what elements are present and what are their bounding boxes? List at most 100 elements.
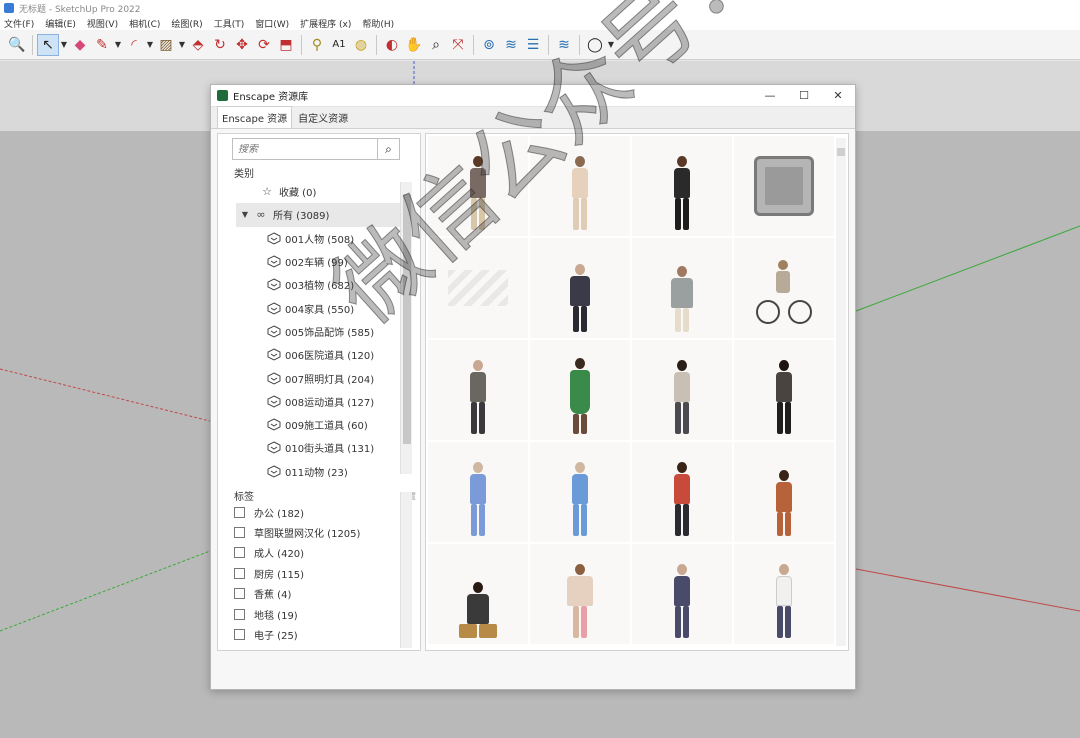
tag-item[interactable]: 成人 (420)	[234, 543, 404, 563]
close-icon[interactable]: ✕	[821, 89, 855, 102]
arc-icon[interactable]: ◜	[123, 34, 145, 56]
asset-thumbnail[interactable]	[530, 238, 630, 338]
tree-item-category[interactable]: 011动物 (23)	[236, 460, 404, 483]
tag-checkbox[interactable]	[234, 527, 245, 539]
asset-thumbnail[interactable]	[734, 442, 834, 542]
tree-item-category[interactable]: 006医院道具 (120)	[236, 343, 404, 366]
asset-category-icon	[266, 464, 282, 478]
tab-enscape-assets[interactable]: Enscape 资源	[217, 106, 293, 128]
tree-item-label: 007照明灯具 (204)	[285, 374, 375, 386]
pencil-icon[interactable]: ✎	[91, 34, 113, 56]
asset-category-icon	[266, 348, 282, 362]
select-tool-icon[interactable]: ↖	[37, 33, 59, 56]
search-icon[interactable]: ⌕	[377, 138, 399, 160]
rotate-icon[interactable]: ⟳	[253, 34, 275, 56]
menu-extensions[interactable]: 扩展程序 (x)	[300, 17, 351, 30]
zoom-icon[interactable]: 🔍	[6, 34, 28, 56]
text-tool-icon[interactable]: A1	[328, 34, 350, 56]
tag-item[interactable]: 厨房 (115)	[234, 563, 404, 583]
asset-thumbnail[interactable]	[530, 340, 630, 440]
asset-thumbnail[interactable]	[632, 544, 732, 644]
pan-icon[interactable]: ✋	[403, 34, 425, 56]
asset-thumbnail[interactable]	[734, 136, 834, 236]
tag-item[interactable]: 电子 (25)	[234, 624, 404, 644]
tree-item-label: 004家具 (550)	[285, 304, 355, 316]
search-input[interactable]	[233, 143, 377, 155]
tag-item[interactable]: 办公 (182)	[234, 502, 404, 522]
menu-edit[interactable]: 编辑(E)	[45, 17, 76, 30]
asset-category-icon	[266, 278, 282, 292]
asset-thumbnail[interactable]	[734, 544, 834, 644]
tag-checkbox[interactable]	[234, 506, 245, 518]
tag-checkbox[interactable]	[234, 547, 245, 559]
tag-checkbox[interactable]	[234, 629, 245, 641]
menu-help[interactable]: 帮助(H)	[362, 17, 394, 30]
asset-thumbnail[interactable]	[632, 340, 732, 440]
chevron-down-icon[interactable]: ▼	[177, 40, 187, 49]
tag-checkbox[interactable]	[234, 608, 245, 620]
asset-thumbnail[interactable]	[734, 340, 834, 440]
scrollbar-thumb[interactable]	[837, 148, 845, 156]
asset-thumbnail[interactable]	[530, 442, 630, 542]
search-box: ⌕	[232, 138, 400, 160]
toolbar-separator	[32, 34, 33, 55]
tree-item-label: 收藏 (0)	[279, 188, 317, 200]
tree-item-category[interactable]: 009施工道具 (60)	[236, 413, 404, 436]
menu-file[interactable]: 文件(F)	[4, 17, 34, 30]
tree-item-label: 010街头道具 (131)	[285, 444, 375, 456]
menu-window[interactable]: 窗口(W)	[255, 17, 289, 30]
asset-thumbnail[interactable]	[632, 238, 732, 338]
eraser-icon[interactable]: ◆	[69, 34, 91, 56]
scale-icon[interactable]: ⬒	[275, 34, 297, 56]
tag-item[interactable]: 香蕉 (4)	[234, 584, 404, 604]
box-object	[754, 156, 814, 216]
warehouse-icon[interactable]: ⊚	[478, 34, 500, 56]
chevron-down-icon[interactable]: ▼	[145, 40, 155, 49]
tag-checkbox[interactable]	[234, 588, 245, 600]
app-titlebar: 无标题 - SketchUp Pro 2022	[0, 0, 1080, 16]
toolbar-separator	[376, 34, 377, 55]
move-icon[interactable]: ✥	[231, 34, 253, 56]
tag-scrollbar[interactable]	[400, 492, 412, 648]
asset-thumbnail[interactable]	[428, 544, 528, 644]
asset-thumbnail[interactable]	[428, 442, 528, 542]
asset-thumbnail[interactable]	[734, 238, 834, 338]
caret-down-icon[interactable]: ▼	[240, 210, 250, 219]
rectangle-icon[interactable]: ▨	[155, 34, 177, 56]
menu-camera[interactable]: 相机(C)	[129, 17, 160, 30]
tag-item[interactable]: 草图联盟网汉化 (1205)	[234, 522, 404, 542]
orbit-icon[interactable]: ◐	[381, 34, 403, 56]
person-figure	[470, 360, 486, 434]
tag-checkbox[interactable]	[234, 567, 245, 579]
asset-thumbnail[interactable]	[428, 340, 528, 440]
chevron-down-icon[interactable]: ▼	[59, 40, 69, 49]
tree-item-category[interactable]: 010街头道具 (131)	[236, 436, 404, 459]
minimize-icon[interactable]: —	[753, 89, 787, 102]
asset-thumbnail[interactable]	[632, 442, 732, 542]
zoom-tool-icon[interactable]: ⌕	[425, 34, 447, 56]
maximize-icon[interactable]: ☐	[787, 89, 821, 102]
tab-custom-assets[interactable]: 自定义资源	[294, 107, 352, 128]
asset-grid-scrollbar[interactable]	[836, 138, 846, 646]
follow-me-icon[interactable]: ↻	[209, 34, 231, 56]
toolbar-separator	[301, 34, 302, 55]
person-figure	[776, 470, 792, 536]
chevron-down-icon[interactable]: ▼	[113, 40, 123, 49]
tree-item-category[interactable]: 008运动道具 (127)	[236, 390, 404, 413]
tag-label: 电子 (25)	[254, 631, 298, 643]
menu-draw[interactable]: 绘图(R)	[171, 17, 202, 30]
tree-item-category[interactable]: 007照明灯具 (204)	[236, 366, 404, 389]
tape-measure-icon[interactable]: ⚲	[306, 34, 328, 56]
push-pull-icon[interactable]: ⬘	[187, 34, 209, 56]
tag-list: 办公 (182) 草图联盟网汉化 (1205) 成人 (420) 厨房 (115…	[234, 502, 404, 645]
menu-view[interactable]: 视图(V)	[87, 17, 118, 30]
asset-thumbnail[interactable]	[530, 544, 630, 644]
person-figure	[567, 564, 593, 638]
zoom-extents-icon[interactable]: ⤧	[447, 34, 469, 56]
paint-bucket-icon[interactable]: ◍	[350, 34, 372, 56]
asset-thumbnail[interactable]	[632, 136, 732, 236]
person-figure	[470, 462, 486, 536]
menu-tools[interactable]: 工具(T)	[214, 17, 245, 30]
cyclist-figure	[754, 260, 814, 330]
tag-item[interactable]: 地毯 (19)	[234, 604, 404, 624]
